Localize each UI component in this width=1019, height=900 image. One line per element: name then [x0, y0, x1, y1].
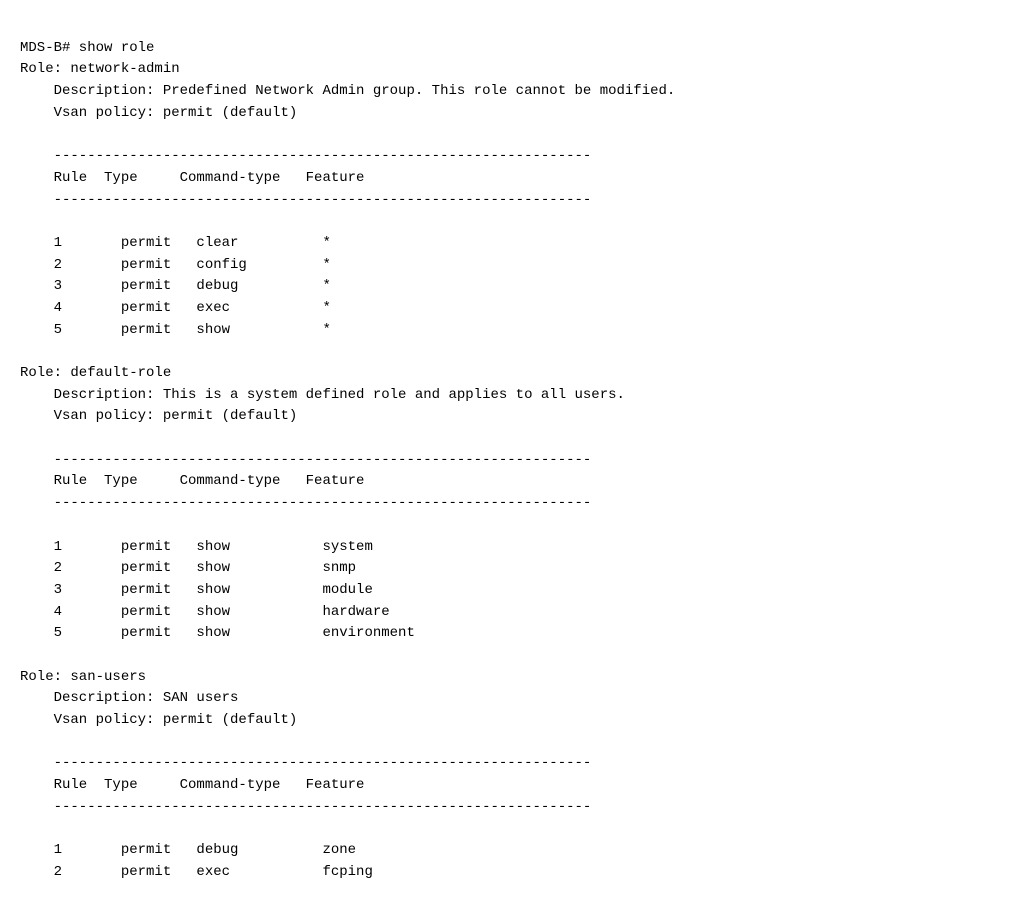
terminal-line: ----------------------------------------… [20, 753, 999, 775]
terminal-line: Vsan policy: permit (default) [20, 103, 999, 125]
terminal-output: MDS-B# show roleRole: network-admin Desc… [20, 16, 999, 884]
terminal-line: 2 permit show snmp [20, 558, 999, 580]
terminal-line: Role: san-users [20, 667, 999, 689]
terminal-line: MDS-B# show role [20, 38, 999, 60]
terminal-line: Description: SAN users [20, 688, 999, 710]
terminal-line: 1 permit debug zone [20, 840, 999, 862]
terminal-line: Vsan policy: permit (default) [20, 710, 999, 732]
terminal-line: 4 permit show hardware [20, 602, 999, 624]
terminal-line: 5 permit show environment [20, 623, 999, 645]
terminal-line: 3 permit debug * [20, 276, 999, 298]
terminal-line: 2 permit exec fcping [20, 862, 999, 884]
terminal-line: Vsan policy: permit (default) [20, 406, 999, 428]
terminal-line: 4 permit exec * [20, 298, 999, 320]
terminal-line [20, 732, 999, 754]
terminal-line [20, 645, 999, 667]
terminal-line [20, 428, 999, 450]
terminal-line [20, 124, 999, 146]
terminal-line: Role: network-admin [20, 59, 999, 81]
terminal-line: 1 permit clear * [20, 233, 999, 255]
terminal-line: ----------------------------------------… [20, 493, 999, 515]
terminal-line: ----------------------------------------… [20, 190, 999, 212]
terminal-line [20, 341, 999, 363]
terminal-line: 5 permit show * [20, 320, 999, 342]
terminal-line: 1 permit show system [20, 537, 999, 559]
terminal-line: 3 permit show module [20, 580, 999, 602]
terminal-line: Rule Type Command-type Feature [20, 775, 999, 797]
terminal-line [20, 211, 999, 233]
terminal-line: Description: This is a system defined ro… [20, 385, 999, 407]
terminal-line [20, 515, 999, 537]
terminal-line: Description: Predefined Network Admin gr… [20, 81, 999, 103]
terminal-line: ----------------------------------------… [20, 797, 999, 819]
terminal-line: Rule Type Command-type Feature [20, 471, 999, 493]
terminal-line: Role: default-role [20, 363, 999, 385]
terminal-line: ----------------------------------------… [20, 450, 999, 472]
terminal-line: 2 permit config * [20, 255, 999, 277]
terminal-line [20, 818, 999, 840]
terminal-line: Rule Type Command-type Feature [20, 168, 999, 190]
terminal-line: ----------------------------------------… [20, 146, 999, 168]
